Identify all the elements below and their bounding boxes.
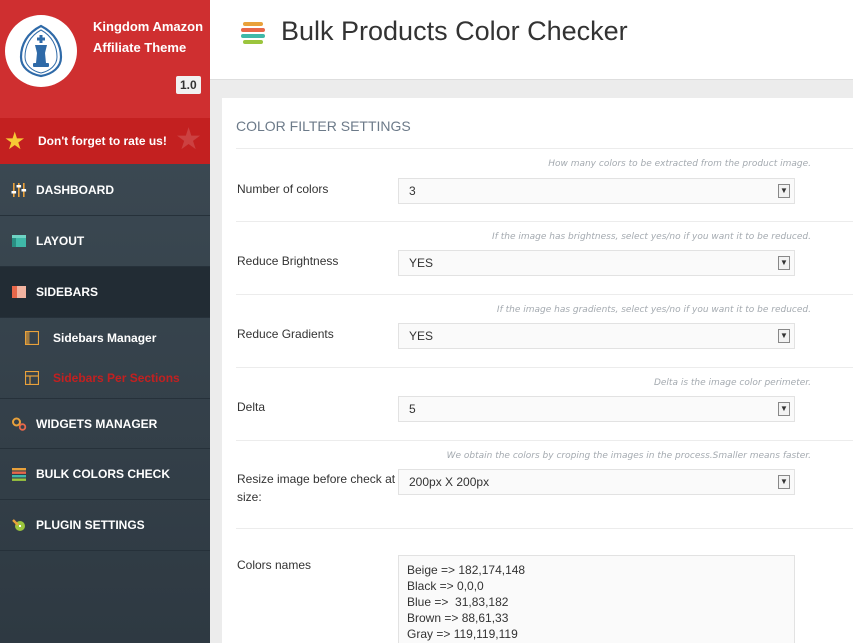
setting-hint: We obtain the colors by croping the imag… [446, 451, 811, 461]
sidebar-item-plugin-settings[interactable]: PLUGIN SETTINGS [0, 500, 210, 551]
number-of-colors-select[interactable]: 3 ▼ [398, 178, 795, 204]
dropdown-caret-icon[interactable]: ▼ [778, 402, 790, 416]
setting-hint: Delta is the image color perimeter. [653, 378, 811, 388]
sidebar-item-sidebars[interactable]: SIDEBARS [0, 267, 210, 318]
setting-label: Number of colors [237, 182, 329, 196]
star-icon: ★ [4, 127, 26, 155]
color-entry: Beige => 182,174,148 [407, 563, 526, 577]
color-filter-panel: COLOR FILTER SETTINGS How many colors to… [222, 98, 853, 643]
brand-name: Kingdom Amazon Affiliate Theme [93, 19, 204, 55]
select-value: 200px X 200px [409, 475, 490, 489]
sidebar-item-bulk-colors-check[interactable]: BULK COLORS CHECK [0, 449, 210, 500]
sidebar-item-label: SIDEBARS [36, 285, 99, 299]
setting-row-colors-names: Colors names Beige => 182,174,148 Black … [236, 529, 853, 643]
setting-label: Reduce Gradients [237, 327, 334, 341]
colors-names-textarea[interactable]: Beige => 182,174,148 Black => 0,0,0 Blue… [398, 555, 795, 643]
rate-us-text: Don't forget to rate us! [38, 134, 167, 148]
stripes-icon [11, 466, 27, 482]
setting-row-resize-image: We obtain the colors by croping the imag… [236, 441, 853, 529]
sidebar-subitem-label: Sidebars Per Sections [53, 371, 180, 385]
sidebar-item-widgets-manager[interactable]: WIDGETS MANAGER [0, 398, 210, 449]
stripes-icon [241, 22, 265, 44]
setting-row-number-of-colors: How many colors to be extracted from the… [236, 148, 853, 222]
setting-label: Colors names [237, 558, 312, 572]
sidebar-item-dashboard[interactable]: DASHBOARD [0, 165, 210, 216]
setting-label: Reduce Brightness [237, 254, 339, 268]
dropdown-caret-icon[interactable]: ▼ [778, 475, 790, 489]
setting-hint: If the image has gradients, select yes/n… [496, 305, 811, 315]
star-watermark-icon: ★ [175, 123, 202, 156]
setting-hint: If the image has brightness, select yes/… [492, 232, 811, 242]
sidebar-subitem-label: Sidebars Manager [53, 331, 157, 345]
color-entry: Gray => 119,119,119 [407, 627, 518, 641]
sidebar-item-label: DASHBOARD [36, 183, 114, 197]
sidebar: Kingdom Amazon Affiliate Theme 1.0 ★ Don… [0, 0, 210, 643]
dropdown-caret-icon[interactable]: ▼ [778, 329, 790, 343]
version-badge: 1.0 [176, 76, 201, 94]
panel-icon [24, 330, 40, 346]
color-entry: Black => 0,0,0 [407, 579, 484, 593]
setting-row-reduce-gradients: If the image has gradients, select yes/n… [236, 295, 853, 368]
dropdown-caret-icon[interactable]: ▼ [778, 256, 790, 270]
panel-title: COLOR FILTER SETTINGS [236, 118, 411, 134]
sidebar-subitem-sidebars-manager[interactable]: Sidebars Manager [0, 318, 210, 358]
select-value: 5 [409, 402, 416, 416]
sidebar-item-label: BULK COLORS CHECK [36, 467, 170, 481]
dropdown-caret-icon[interactable]: ▼ [778, 184, 790, 198]
sidebar-item-label: WIDGETS MANAGER [36, 416, 158, 431]
sidebar-subitem-sidebars-per-sections[interactable]: Sidebars Per Sections [0, 358, 210, 398]
page-header: Bulk Products Color Checker [210, 0, 853, 80]
color-entry: Brown => 88,61,33 [407, 611, 509, 625]
sliders-icon [11, 182, 27, 198]
gears-icon [11, 416, 27, 432]
sidebar-nav: DASHBOARD LAYOUT SIDEBARS Sidebars Manag… [0, 165, 210, 551]
reduce-gradients-select[interactable]: YES ▼ [398, 323, 795, 349]
sidebar-item-label: LAYOUT [36, 234, 85, 248]
rate-us-banner[interactable]: ★ Don't forget to rate us! ★ [0, 118, 210, 164]
sidebar-item-label: PLUGIN SETTINGS [36, 518, 145, 532]
setting-hint: How many colors to be extracted from the… [548, 159, 811, 169]
setting-row-reduce-brightness: If the image has brightness, select yes/… [236, 222, 853, 295]
sidebar-item-layout[interactable]: LAYOUT [0, 216, 210, 267]
resize-image-select[interactable]: 200px X 200px ▼ [398, 469, 795, 495]
setting-label: Delta [237, 400, 266, 414]
brand-area: Kingdom Amazon Affiliate Theme 1.0 [0, 0, 210, 118]
select-value: YES [409, 256, 434, 270]
select-value: 3 [409, 184, 416, 198]
setting-row-delta: Delta is the image color perimeter. Delt… [236, 368, 853, 441]
delta-select[interactable]: 5 ▼ [398, 396, 795, 422]
sidebars-icon [11, 284, 27, 300]
color-entry: Blue => 31,83,182 [407, 595, 509, 609]
chess-king-logo-icon[interactable] [5, 15, 77, 87]
sections-icon [24, 370, 40, 386]
setting-label: Resize image before check at size: [237, 472, 396, 504]
reduce-brightness-select[interactable]: YES ▼ [398, 250, 795, 276]
plugin-icon [11, 517, 27, 533]
select-value: YES [409, 329, 434, 343]
layout-icon [11, 233, 27, 249]
page-title: Bulk Products Color Checker [281, 16, 628, 46]
